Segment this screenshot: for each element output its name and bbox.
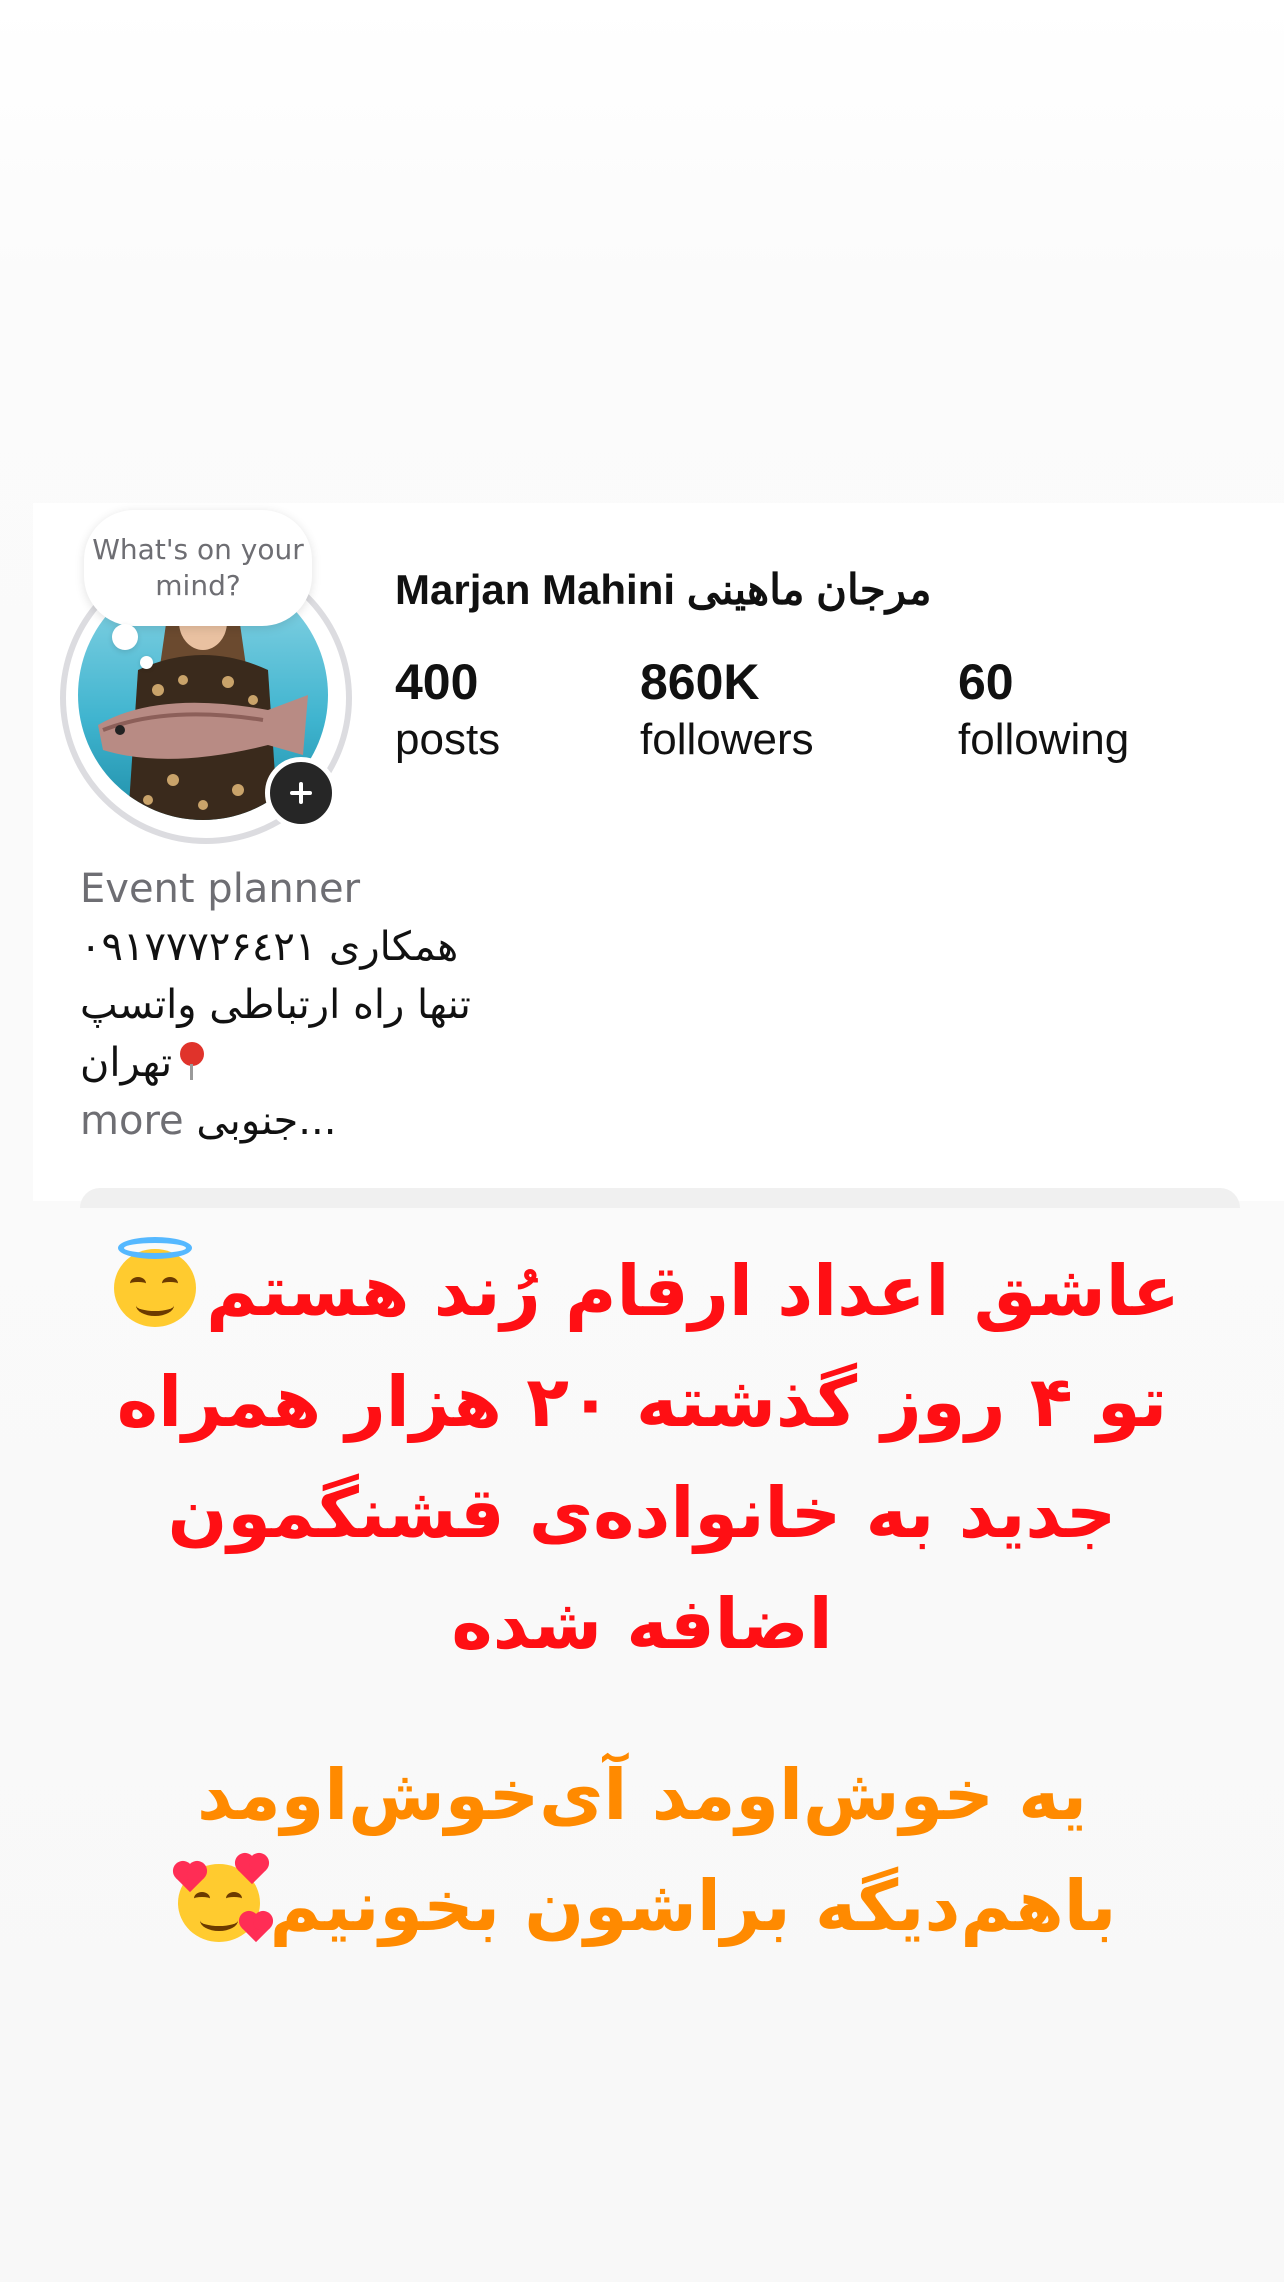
note-bubble[interactable]: What's on your mind? bbox=[84, 510, 312, 626]
stat-posts-value: 400 bbox=[395, 654, 479, 710]
smiling-face-with-hearts-icon bbox=[175, 1855, 270, 1943]
bio-category: Event planner bbox=[80, 866, 361, 912]
stat-following[interactable]: 60 following bbox=[958, 652, 1129, 768]
smiling-face-with-halo-icon bbox=[112, 1237, 198, 1327]
bio-line-phone: ۰۹۱۷۷۷۲۶٤۲۱ همکاری bbox=[80, 924, 459, 970]
stat-posts-label: posts bbox=[395, 715, 501, 764]
bio-line-location: تهران bbox=[80, 1034, 471, 1092]
add-story-button[interactable] bbox=[265, 757, 337, 829]
stat-followers-value: 860K bbox=[640, 654, 760, 710]
story-text-orange: یه خوش‌اومد آی‌خوش‌اومد باهم‌دیگه براشون… bbox=[80, 1740, 1204, 1962]
bio-more-link[interactable]: more bbox=[80, 1098, 184, 1144]
bio-location-text: تهران bbox=[80, 1040, 173, 1086]
profile-bio: Event planner ۰۹۱۷۷۷۲۶٤۲۱ همکاری تنها را… bbox=[80, 860, 471, 1150]
story-orange-line-1: یه خوش‌اومد آی‌خوش‌اومد bbox=[196, 1754, 1088, 1836]
note-bubble-dot bbox=[112, 624, 138, 650]
story-red-line-3: جدید به خانواده‌ی قشنگمون bbox=[167, 1472, 1117, 1554]
story-red-line-4: اضافه شده bbox=[451, 1583, 833, 1665]
card-bottom-edge bbox=[80, 1188, 1240, 1208]
note-bubble-dot-small bbox=[140, 656, 153, 669]
stat-followers-label: followers bbox=[640, 715, 814, 764]
stat-posts[interactable]: 400 posts bbox=[395, 652, 500, 768]
bio-line-truncated: more جنوبی... bbox=[80, 1092, 471, 1150]
stat-following-value: 60 bbox=[958, 654, 1014, 710]
bio-line-contact: تنها راه ارتباطی واتسپ bbox=[80, 982, 471, 1028]
profile-display-name: Marjan Mahini مرجان ماهینی bbox=[395, 566, 932, 613]
story-orange-line-2-text: باهم‌دیگه براشون بخونیم bbox=[269, 1865, 1117, 1947]
bio-truncated-text: جنوبی... bbox=[196, 1098, 337, 1144]
location-pin-icon bbox=[176, 1040, 208, 1082]
story-orange-line-2: باهم‌دیگه براشون بخونیم bbox=[80, 1851, 1204, 1962]
story-red-line-2: تو ۴ روز گذشته ۲۰ هزار همراه bbox=[116, 1361, 1168, 1443]
stat-followers[interactable]: 860K followers bbox=[640, 652, 814, 768]
story-red-line-1-text: عاشق اعداد ارقام رُند هستم bbox=[206, 1250, 1180, 1332]
story-text-red: عاشق اعداد ارقام رُند هستم تو ۴ روز گذشت… bbox=[80, 1236, 1204, 1680]
stat-following-label: following bbox=[958, 715, 1130, 764]
note-text: What's on your mind? bbox=[92, 533, 304, 602]
story-red-line-1: عاشق اعداد ارقام رُند هستم bbox=[80, 1236, 1204, 1347]
